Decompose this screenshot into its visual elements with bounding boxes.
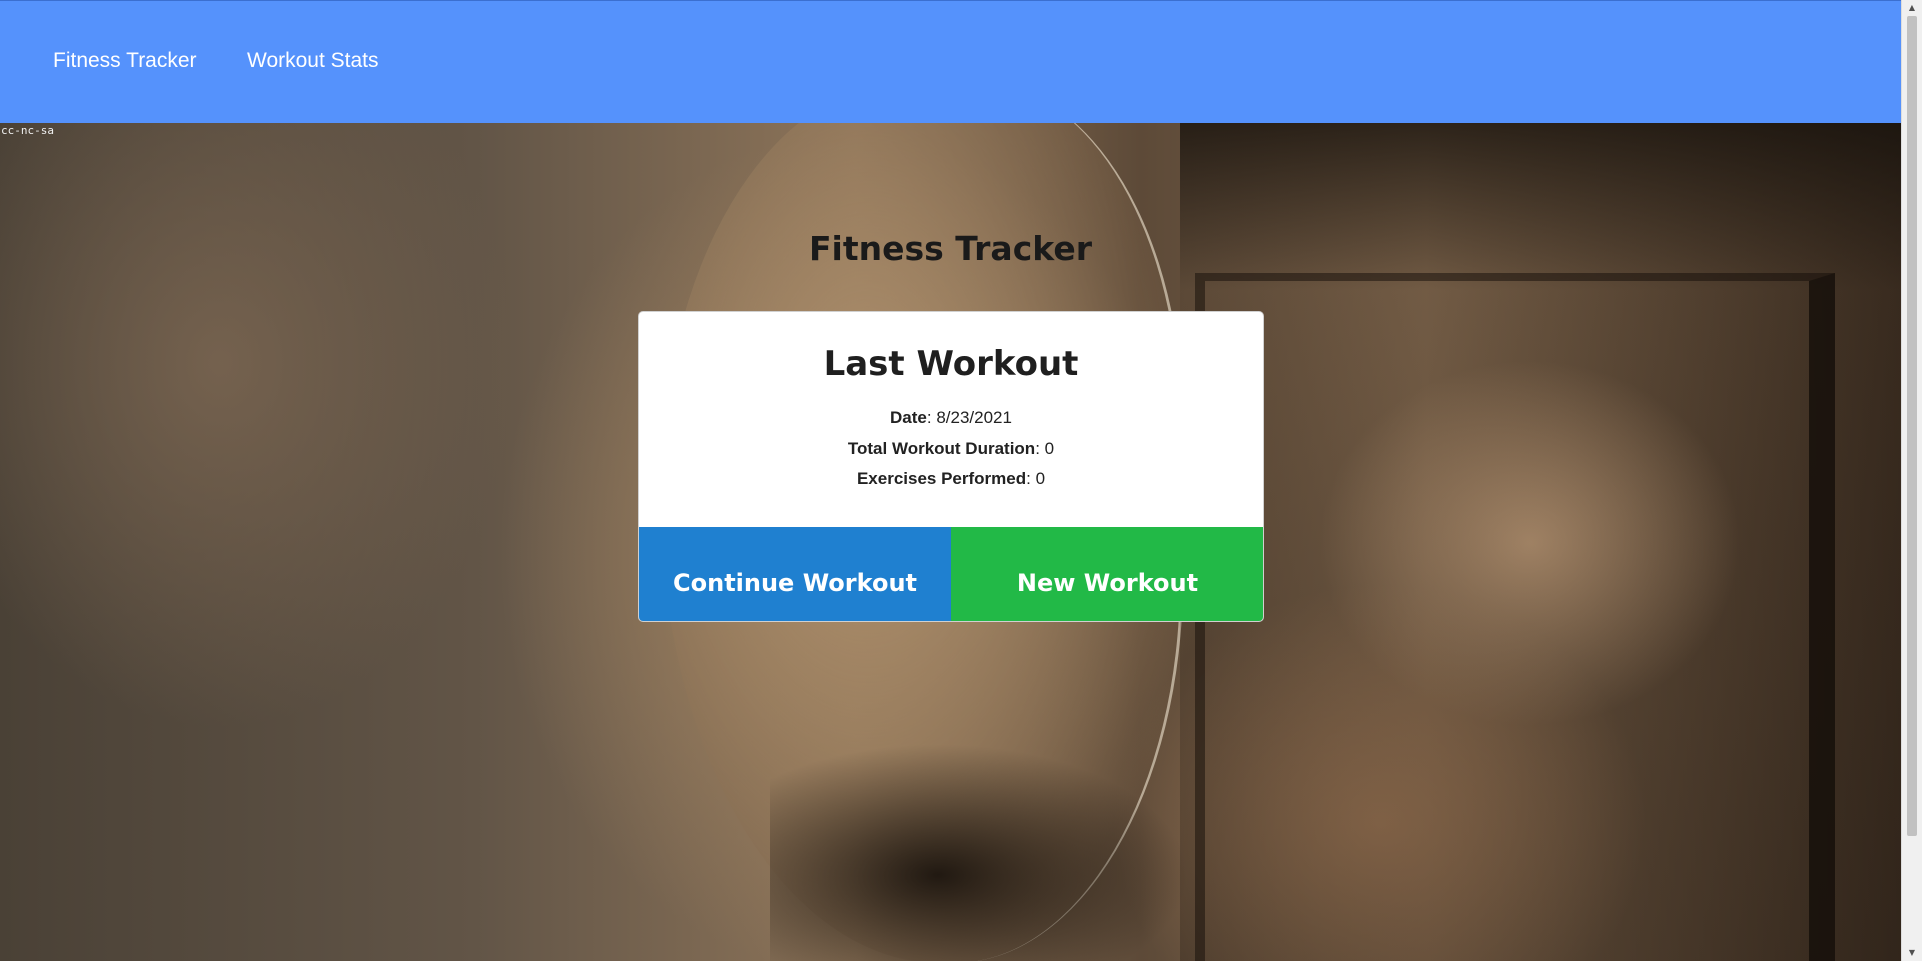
stat-exercises-performed-value: : 0 bbox=[1026, 469, 1046, 488]
nav-link-fitness-tracker[interactable]: Fitness Tracker bbox=[53, 48, 197, 74]
scrollbar-thumb[interactable] bbox=[1907, 16, 1917, 836]
last-workout-card: Last Workout Date: 8/23/2021 Total Worko… bbox=[638, 311, 1264, 622]
hero-background: cc-nc-sa Fitness Tracker Last Workout Da… bbox=[0, 123, 1901, 961]
browser-viewport: Fitness Tracker Workout Stats cc-nc-sa F… bbox=[0, 0, 1922, 961]
hero-background-frame bbox=[1195, 273, 1835, 961]
license-watermark: cc-nc-sa bbox=[1, 124, 54, 137]
arrow-down-icon[interactable]: ▼ bbox=[1902, 945, 1922, 961]
last-workout-title: Last Workout bbox=[823, 344, 1079, 384]
top-navbar: Fitness Tracker Workout Stats bbox=[0, 0, 1901, 123]
stat-exercises-performed-label: Exercises Performed bbox=[856, 469, 1027, 488]
stat-date-label: Date bbox=[890, 408, 927, 427]
new-workout-button[interactable]: New Workout bbox=[951, 527, 1263, 621]
stat-date: Date: 8/23/2021 bbox=[639, 407, 1263, 429]
hero-background-shadow bbox=[770, 743, 1190, 961]
stat-total-duration-value: : 0 bbox=[1035, 439, 1055, 458]
stat-date-value: : 8/23/2021 bbox=[926, 408, 1012, 427]
nav-link-workout-stats[interactable]: Workout Stats bbox=[247, 48, 379, 74]
stat-total-duration-label: Total Workout Duration bbox=[847, 439, 1036, 458]
stat-exercises-performed: Exercises Performed: 0 bbox=[639, 468, 1263, 490]
continue-workout-button[interactable]: Continue Workout bbox=[639, 527, 951, 621]
page-title: Fitness Tracker bbox=[809, 229, 1092, 268]
vertical-scrollbar[interactable]: ▲ ▼ bbox=[1901, 0, 1922, 961]
stat-total-duration: Total Workout Duration: 0 bbox=[639, 438, 1263, 460]
arrow-up-icon[interactable]: ▲ bbox=[1902, 0, 1922, 16]
